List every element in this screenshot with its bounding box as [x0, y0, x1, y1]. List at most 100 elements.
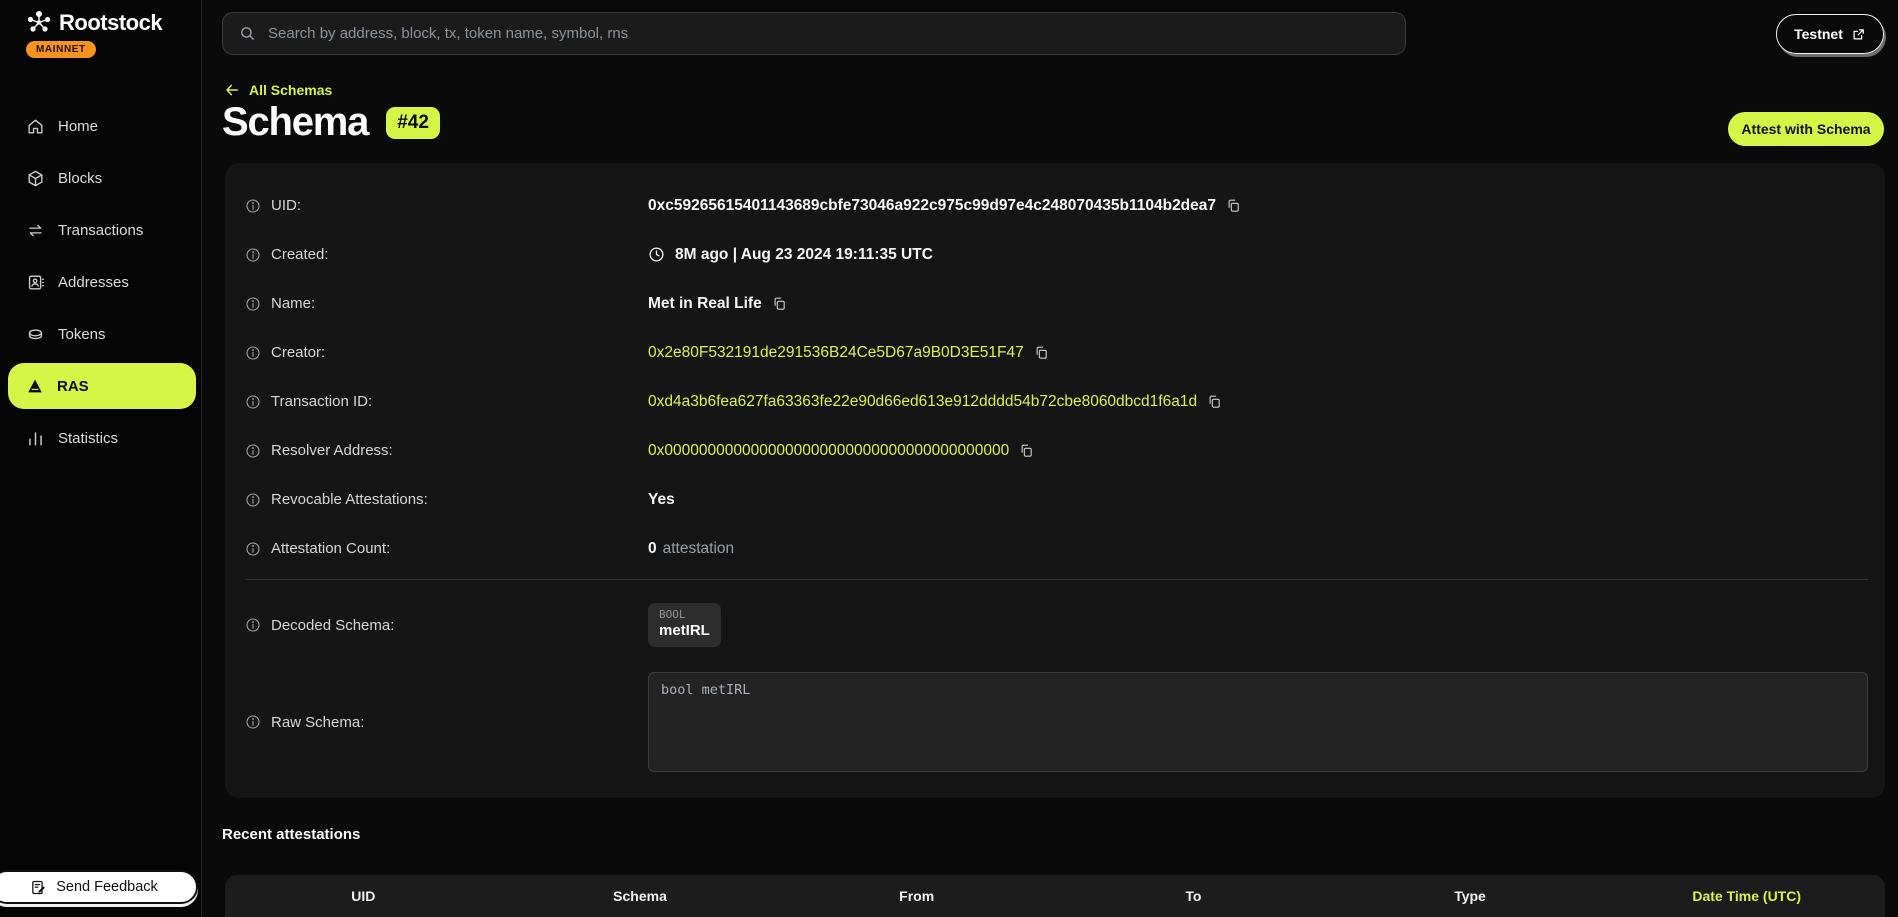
- section-divider: [245, 579, 1868, 580]
- feedback-label: Send Feedback: [56, 879, 158, 895]
- statistics-icon: [26, 429, 45, 448]
- copy-icon[interactable]: [1207, 394, 1222, 409]
- sidebar: Rootstock MAINNET Home Blocks Transactio…: [0, 0, 202, 917]
- attestation-count-value: 0: [648, 540, 657, 558]
- info-icon[interactable]: [245, 296, 261, 312]
- created-value: 8M ago | Aug 23 2024 19:11:35 UTC: [675, 246, 933, 264]
- sidebar-item-statistics[interactable]: Statistics: [0, 412, 202, 464]
- copy-icon[interactable]: [1226, 198, 1241, 213]
- column-header-from[interactable]: From: [778, 888, 1055, 904]
- sidebar-item-blocks[interactable]: Blocks: [0, 152, 202, 204]
- home-icon: [26, 117, 45, 136]
- detail-row-created: Created: 8M ago | Aug 23 2024 19:11:35 U…: [245, 230, 1868, 279]
- search-bar[interactable]: [222, 12, 1406, 55]
- breadcrumb[interactable]: All Schemas: [224, 82, 332, 98]
- sidebar-item-label: Blocks: [58, 170, 102, 187]
- schema-details-card: UID: 0xc59265615401143689cbfe73046a922c9…: [225, 163, 1885, 798]
- network-switch-label: Testnet: [1794, 26, 1843, 42]
- sidebar-item-home[interactable]: Home: [0, 100, 202, 152]
- network-switch-button[interactable]: Testnet: [1776, 14, 1884, 54]
- breadcrumb-label: All Schemas: [249, 82, 332, 98]
- name-value: Met in Real Life: [648, 295, 762, 313]
- search-input[interactable]: [266, 24, 1389, 43]
- detail-label: Created:: [271, 246, 329, 263]
- clock-icon: [648, 246, 665, 263]
- search-icon: [239, 25, 256, 42]
- info-icon[interactable]: [245, 247, 261, 263]
- back-arrow-icon: [224, 82, 240, 98]
- detail-label: Raw Schema:: [271, 714, 364, 731]
- column-header-uid[interactable]: UID: [225, 888, 502, 904]
- recent-attestations-heading: Recent attestations: [222, 826, 360, 843]
- external-link-icon: [1851, 27, 1866, 42]
- sidebar-item-addresses[interactable]: Addresses: [0, 256, 202, 308]
- sidebar-item-tokens[interactable]: Tokens: [0, 308, 202, 360]
- detail-row-name: Name: Met in Real Life: [245, 279, 1868, 328]
- page-title: Schema: [222, 100, 368, 145]
- rootstock-logo-icon: [26, 10, 52, 36]
- detail-label: Decoded Schema:: [271, 617, 394, 634]
- tokens-icon: [26, 325, 45, 344]
- blocks-icon: [26, 169, 45, 188]
- sidebar-item-transactions[interactable]: Transactions: [0, 204, 202, 256]
- copy-icon[interactable]: [772, 296, 787, 311]
- attestation-count-suffix: attestation: [663, 540, 735, 558]
- ras-icon: [26, 377, 44, 395]
- info-icon[interactable]: [245, 714, 261, 730]
- sidebar-item-ras[interactable]: RAS: [8, 363, 196, 409]
- feedback-pencil-icon: [30, 879, 47, 896]
- sidebar-item-label: Addresses: [58, 274, 129, 291]
- detail-row-resolver-address: Resolver Address: 0x00000000000000000000…: [245, 426, 1868, 475]
- column-header-to[interactable]: To: [1055, 888, 1332, 904]
- detail-label: Resolver Address:: [271, 442, 393, 459]
- uid-value: 0xc59265615401143689cbfe73046a922c975c99…: [648, 197, 1216, 215]
- brand-name: Rootstock: [59, 10, 162, 36]
- detail-row-attestation-count: Attestation Count: 0 attestation: [245, 524, 1868, 573]
- rootstock-logo[interactable]: Rootstock: [26, 10, 162, 36]
- detail-row-decoded-schema: Decoded Schema: BOOL metIRL: [245, 600, 1868, 650]
- info-icon[interactable]: [245, 198, 261, 214]
- sidebar-nav: Home Blocks Transactions Addresses Token…: [0, 100, 202, 464]
- title-row: Schema #42: [222, 100, 440, 145]
- info-icon[interactable]: [245, 541, 261, 557]
- sidebar-item-label: RAS: [57, 378, 89, 395]
- decoded-schema-chip: BOOL metIRL: [648, 603, 721, 648]
- column-header-datetime[interactable]: Date Time (UTC): [1608, 888, 1885, 904]
- resolver-address-link[interactable]: 0x00000000000000000000000000000000000000…: [648, 442, 1009, 460]
- transaction-id-link[interactable]: 0xd4a3b6fea627fa63363fe22e90d66ed613e912…: [648, 393, 1197, 411]
- info-icon[interactable]: [245, 394, 261, 410]
- schema-number-badge: #42: [386, 107, 440, 139]
- detail-row-transaction-id: Transaction ID: 0xd4a3b6fea627fa63363fe2…: [245, 377, 1868, 426]
- decoded-schema-name: metIRL: [659, 622, 710, 641]
- sidebar-item-label: Tokens: [58, 326, 106, 343]
- attest-with-schema-button[interactable]: Attest with Schema: [1728, 112, 1884, 146]
- raw-schema-textarea[interactable]: bool metIRL: [648, 672, 1868, 772]
- detail-label: Name:: [271, 295, 315, 312]
- copy-icon[interactable]: [1034, 345, 1049, 360]
- detail-label: UID:: [271, 197, 301, 214]
- info-icon[interactable]: [245, 443, 261, 459]
- attestations-table-header: UID Schema From To Type Date Time (UTC): [225, 875, 1885, 917]
- detail-label: Attestation Count:: [271, 540, 390, 557]
- detail-row-revocable: Revocable Attestations: Yes: [245, 475, 1868, 524]
- detail-row-uid: UID: 0xc59265615401143689cbfe73046a922c9…: [245, 181, 1868, 230]
- sidebar-item-label: Statistics: [58, 430, 118, 447]
- send-feedback-button[interactable]: Send Feedback: [0, 870, 198, 904]
- transactions-icon: [26, 221, 45, 240]
- sidebar-item-label: Transactions: [58, 222, 143, 239]
- detail-label: Creator:: [271, 344, 325, 361]
- sidebar-item-label: Home: [58, 118, 98, 135]
- detail-row-creator: Creator: 0x2e80F532191de291536B24Ce5D67a…: [245, 328, 1868, 377]
- info-icon[interactable]: [245, 617, 261, 633]
- detail-label: Revocable Attestations:: [271, 491, 428, 508]
- addresses-icon: [26, 273, 45, 292]
- detail-label: Transaction ID:: [271, 393, 372, 410]
- info-icon[interactable]: [245, 492, 261, 508]
- revocable-value: Yes: [648, 491, 675, 509]
- info-icon[interactable]: [245, 345, 261, 361]
- column-header-schema[interactable]: Schema: [502, 888, 779, 904]
- copy-icon[interactable]: [1019, 443, 1034, 458]
- detail-row-raw-schema: Raw Schema: bool metIRL: [245, 672, 1868, 772]
- creator-address-link[interactable]: 0x2e80F532191de291536B24Ce5D67a9B0D3E51F…: [648, 344, 1024, 362]
- column-header-type[interactable]: Type: [1332, 888, 1609, 904]
